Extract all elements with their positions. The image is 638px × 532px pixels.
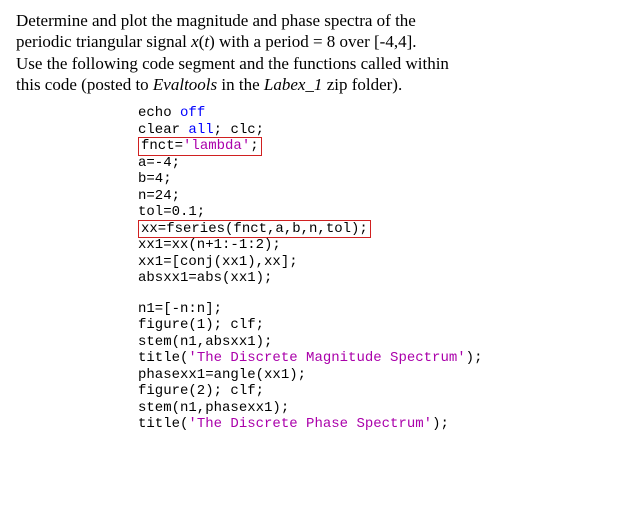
prose-line-2-e: ) with a period = 8 over [-4,4]. (209, 32, 416, 51)
signal-x: x (191, 32, 199, 51)
code-line-xx1-slice: xx1=xx(n+1:-1:2); (138, 237, 622, 254)
code-line-stem1: stem(n1,absxx1); (138, 334, 622, 351)
code-line-clear: clear all; clc; (138, 122, 622, 139)
all-keyword: all (188, 122, 213, 138)
clear-cmd: clear (138, 122, 180, 138)
string-lambda: 'lambda' (183, 138, 250, 154)
code-line-n: n=24; (138, 188, 622, 205)
clc-cmd: clc (230, 122, 255, 138)
echo-cmd: echo (138, 105, 172, 121)
evaltools: Evaltools (153, 75, 217, 94)
code-line-xx1-conj: xx1=[conj(xx1),xx]; (138, 254, 622, 271)
code-line-stem2: stem(n1,phasexx1); (138, 400, 622, 417)
page: Determine and plot the magnitude and pha… (0, 0, 638, 433)
code-line-a: a=-4; (138, 155, 622, 172)
code-line-figure2: figure(2); clf; (138, 383, 622, 400)
clf-cmd-1: clf (230, 317, 255, 333)
prose-line-3: Use the following code segment and the f… (16, 53, 622, 74)
code-line-title1: title('The Discrete Magnitude Spectrum')… (138, 350, 622, 367)
code-line-echo: echo off (138, 105, 622, 122)
code-line-phasexx1: phasexx1=angle(xx1); (138, 367, 622, 384)
highlight-fseries-call: xx=fseries(fnct,a,b,n,tol); (138, 220, 371, 239)
prose-line-4-a: this code (posted to (16, 75, 153, 94)
labex-1: Labex_1 (264, 75, 323, 94)
code-line-tol: tol=0.1; (138, 204, 622, 221)
code-line-b: b=4; (138, 171, 622, 188)
code-line-n1: n1=[-n:n]; (138, 301, 622, 318)
matlab-code-block: echo off clear all; clc; fnct='lambda'; … (138, 105, 622, 433)
prose-line-4: this code (posted to Evaltools in the La… (16, 74, 622, 95)
string-title-magnitude: 'The Discrete Magnitude Spectrum' (188, 350, 465, 366)
prose-line-4-e: zip folder). (322, 75, 402, 94)
clf-cmd-2: clf (230, 383, 255, 399)
prose-line-2: periodic triangular signal x(t) with a p… (16, 31, 622, 52)
problem-statement: Determine and plot the magnitude and pha… (16, 10, 622, 95)
prose-line-4-c: in the (217, 75, 264, 94)
off-keyword: off (180, 105, 205, 121)
prose-line-2-a: periodic triangular signal (16, 32, 191, 51)
code-line-figure1: figure(1); clf; (138, 317, 622, 334)
code-line-absxx1: absxx1=abs(xx1); (138, 270, 622, 287)
highlight-fnct-assignment: fnct='lambda'; (138, 137, 262, 156)
code-line-title2: title('The Discrete Phase Spectrum'); (138, 416, 622, 433)
prose-line-1: Determine and plot the magnitude and pha… (16, 10, 622, 31)
string-title-phase: 'The Discrete Phase Spectrum' (188, 416, 432, 432)
code-line-fseries: xx=fseries(fnct,a,b,n,tol); (138, 221, 622, 238)
code-line-fnct: fnct='lambda'; (138, 138, 622, 155)
